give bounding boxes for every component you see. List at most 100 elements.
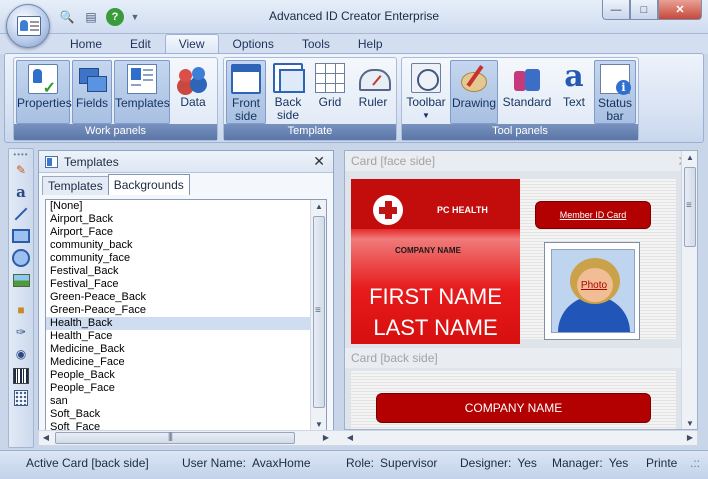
toolbar-button[interactable]: Toolbar ▼	[404, 60, 448, 124]
templates-button[interactable]: Templates	[114, 60, 170, 124]
list-items: [None] Airport_Back Airport_Face community_…	[46, 200, 326, 432]
list-item[interactable]: [None]	[46, 200, 326, 213]
tab-edit[interactable]: Edit	[116, 34, 165, 54]
scroll-down-icon[interactable]: ▼	[682, 417, 697, 429]
barcode-tool-icon[interactable]	[11, 366, 31, 386]
info-icon	[600, 64, 631, 95]
back-side-icon	[273, 63, 305, 93]
templates-panel: Templates ✕ Templates Backgrounds [None]…	[38, 150, 334, 446]
status-printer: Printe	[646, 456, 678, 470]
photo-frame[interactable]: Photo	[544, 242, 640, 340]
separator	[11, 292, 31, 298]
list-item[interactable]: Medicine_Back	[46, 343, 326, 356]
backgrounds-list[interactable]: [None] Airport_Back Airport_Face community_…	[45, 199, 327, 433]
back-side-button[interactable]: Back side	[268, 60, 308, 124]
grid-button[interactable]: Grid	[310, 60, 350, 124]
list-item[interactable]: Health_Face	[46, 330, 326, 343]
list-item[interactable]: Airport_Back	[46, 213, 326, 226]
scroll-up-icon[interactable]: ▲	[682, 151, 697, 165]
signature-tool-icon[interactable]: ✑	[11, 322, 31, 342]
close-icon[interactable]: ✕	[313, 153, 325, 170]
rectangle-tool-icon[interactable]	[11, 226, 31, 246]
scroll-left-icon[interactable]: ◀	[343, 431, 357, 445]
back-side-title: Card [back side]	[351, 351, 438, 365]
close-button[interactable]: ✕	[658, 0, 702, 20]
card-back-canvas[interactable]: COMPANY NAME	[351, 371, 676, 429]
tab-help[interactable]: Help	[344, 34, 397, 54]
scroll-thumb[interactable]	[313, 216, 325, 408]
scroll-left-icon[interactable]: ◀	[39, 431, 53, 445]
list-item[interactable]: Airport_Face	[46, 226, 326, 239]
list-item[interactable]: People_Back	[46, 369, 326, 382]
tab-templates[interactable]: Templates	[42, 176, 109, 195]
status-bar-button[interactable]: Status bar	[594, 60, 636, 124]
scroll-thumb[interactable]	[684, 167, 696, 247]
member-id-badge[interactable]: Member ID Card	[535, 201, 651, 229]
tab-options[interactable]: Options	[219, 34, 288, 54]
list-item[interactable]: Festival_Back	[46, 265, 326, 278]
scroll-up-icon[interactable]: ▲	[311, 200, 326, 214]
workspace-scrollbar[interactable]: ▲ ▼	[681, 151, 697, 429]
company-name-field[interactable]: COMPANY NAME	[395, 246, 461, 255]
front-side-icon	[231, 64, 261, 94]
last-name-field[interactable]: LAST NAME	[351, 315, 520, 341]
tab-home[interactable]: Home	[56, 34, 116, 54]
tab-view[interactable]: View	[164, 34, 219, 54]
text-tool-icon[interactable]: a	[11, 182, 31, 202]
resize-grip-icon[interactable]: .::	[690, 456, 700, 470]
card-face-background: PC HEALTH COMPANY NAME FIRST NAME LAST N…	[351, 179, 520, 344]
front-side-button[interactable]: Front side	[226, 60, 266, 124]
pointer-icon[interactable]: ✎	[11, 160, 31, 180]
back-company-name-field[interactable]: COMPANY NAME	[376, 393, 651, 423]
list-item[interactable]: People_Face	[46, 382, 326, 395]
data-button[interactable]: Data	[172, 60, 214, 124]
properties-button[interactable]: Properties	[16, 60, 72, 124]
fingerprint-tool-icon[interactable]: ◉	[11, 344, 31, 364]
list-item[interactable]: Green-Peace_Back	[46, 291, 326, 304]
fields-button[interactable]: Fields	[72, 60, 112, 124]
horizontal-scrollbar[interactable]: ◀ ▶ ◀ ▶	[38, 430, 698, 446]
list-scrollbar[interactable]: ▲ ▼	[310, 200, 326, 432]
drawing-button[interactable]: Drawing	[450, 60, 498, 124]
text-button[interactable]: a Text	[556, 60, 592, 124]
tab-backgrounds[interactable]: Backgrounds	[107, 174, 190, 195]
list-item[interactable]: Medicine_Face	[46, 356, 326, 369]
status-manager: Manager: Yes	[552, 456, 629, 470]
scroll-right-icon[interactable]: ▶	[319, 431, 333, 445]
ellipse-tool-icon[interactable]	[11, 248, 31, 268]
toolstrip-grip[interactable]: ••••	[9, 151, 33, 159]
help-icon[interactable]: ?	[106, 8, 124, 26]
photo-tool-icon[interactable]: ■	[11, 300, 31, 320]
chevron-down-icon: ▼	[422, 111, 430, 120]
minimize-button[interactable]: —	[602, 0, 630, 20]
templates-panel-title: Templates	[64, 154, 119, 169]
matrix-barcode-tool-icon[interactable]	[11, 388, 31, 408]
list-item[interactable]: community_face	[46, 252, 326, 265]
card-face-canvas[interactable]: PC HEALTH COMPANY NAME FIRST NAME LAST N…	[351, 179, 676, 344]
first-name-field[interactable]: FIRST NAME	[351, 284, 520, 310]
search-icon[interactable]: 🔍	[58, 8, 76, 26]
scroll-right-icon[interactable]: ▶	[683, 431, 697, 445]
line-tool-icon[interactable]	[11, 204, 31, 224]
ribbon-group-tool-panels: Toolbar ▼ Drawing Standard a Text Status…	[401, 57, 639, 141]
tab-tools[interactable]: Tools	[288, 34, 344, 54]
ruler-button[interactable]: Ruler	[352, 60, 394, 124]
list-item[interactable]: Soft_Back	[46, 408, 326, 421]
brand-label[interactable]: PC HEALTH	[437, 205, 488, 215]
standard-button[interactable]: Standard	[500, 60, 554, 124]
image-tool-icon[interactable]	[11, 270, 31, 290]
application-menu-button[interactable]	[6, 4, 50, 48]
list-item[interactable]: san	[46, 395, 326, 408]
list-item[interactable]: Green-Peace_Face	[46, 304, 326, 317]
print-icon[interactable]: ▤	[82, 8, 100, 26]
list-item[interactable]: Festival_Face	[46, 278, 326, 291]
list-item[interactable]: Health_Back	[46, 317, 326, 330]
fields-icon	[77, 64, 107, 94]
list-item[interactable]: community_back	[46, 239, 326, 252]
id-card-icon	[17, 16, 41, 36]
status-user: User Name: AvaxHome	[182, 456, 311, 470]
card-workspace: Card [face side] ✕ PC HEALTH COMPANY NAM…	[344, 150, 698, 430]
maximize-button[interactable]: □	[630, 0, 658, 20]
scroll-thumb[interactable]	[55, 431, 295, 444]
customize-icon[interactable]: ▼	[130, 8, 140, 26]
